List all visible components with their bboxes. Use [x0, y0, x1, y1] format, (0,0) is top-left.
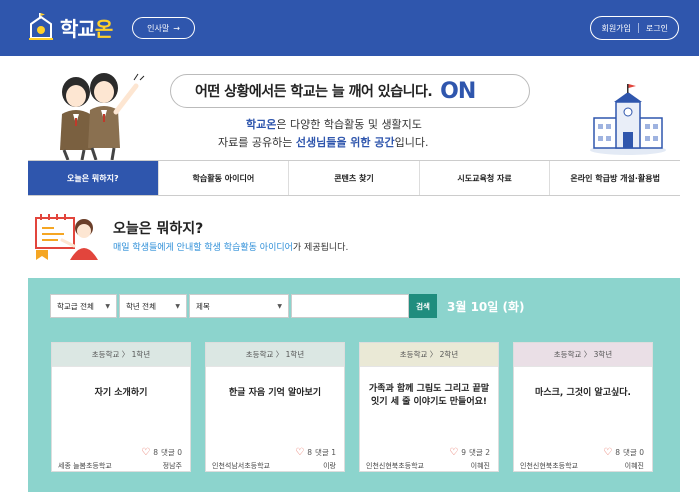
grade-value: 학년 전체 — [126, 301, 156, 311]
card-author: 이혜진 — [624, 462, 644, 470]
card-title: 마스크, 그것이 알고싶다. — [535, 388, 631, 398]
hero-banner: 어떤 상황에서든 학교는 늘 깨어 있습니다. ON 학교온은 다양한 학습활동… — [0, 56, 699, 160]
activity-card[interactable]: 초등학교 〉 1학년 자기 소개하기 ♡ 8 댓글 0 세종 늘봄초등학교 정남… — [51, 342, 191, 472]
tab-find-content[interactable]: 콘텐츠 찾기 — [289, 161, 420, 195]
students-illustration-icon — [60, 73, 145, 160]
site-logo[interactable]: 학교온 — [28, 12, 113, 42]
card-list: 초등학교 〉 1학년 자기 소개하기 ♡ 8 댓글 0 세종 늘봄초등학교 정남… — [51, 342, 653, 472]
comment-count: 댓글 0 — [623, 448, 644, 457]
field-value: 제목 — [196, 301, 210, 311]
divider — [637, 23, 639, 33]
headline-bubble: 어떤 상황에서든 학교는 늘 깨어 있습니다. ON — [170, 74, 530, 108]
card-school: 인천신현북초등학교 — [366, 462, 424, 470]
tab-activity-ideas[interactable]: 학습활동 아이디어 — [159, 161, 290, 195]
caret-down-icon: ▼ — [277, 302, 282, 310]
activity-card[interactable]: 초등학교 〉 2학년 가족과 함께 그림도 그리고 끝말잇기 세 줄 이야기도 … — [359, 342, 499, 472]
like-count: 9 — [461, 448, 467, 457]
today-panel: 학교급 전체 ▼ 학년 전체 ▼ 제목 ▼ 검색 3월 10일 (화) 초등학교… — [28, 278, 680, 492]
card-school: 인천석남서초등학교 — [212, 462, 270, 470]
headline-on: ON — [440, 78, 476, 104]
card-category: 초등학교 〉 3학년 — [514, 343, 652, 367]
like-count: 8 — [307, 448, 313, 457]
headline-text: 어떤 상황에서든 학교는 늘 깨어 있습니다. — [195, 84, 433, 100]
card-stats: ♡ 9 댓글 2 — [449, 447, 490, 458]
card-stats: ♡ 8 댓글 1 — [295, 447, 336, 458]
card-school: 인천신현북초등학교 — [520, 462, 578, 470]
card-category: 초등학교 〉 1학년 — [52, 343, 190, 367]
field-select[interactable]: 제목 ▼ — [189, 294, 289, 318]
hero-subtitle-2: 자료를 공유하는 선생님들을 위한 공간입니다. — [218, 136, 429, 149]
card-stats: ♡ 8 댓글 0 — [603, 447, 644, 458]
card-footer: 인천신현북초등학교 이혜진 — [366, 461, 490, 471]
greeting-label: 인사말 — [147, 23, 170, 33]
school-building-icon — [590, 84, 666, 155]
heart-icon[interactable]: ♡ — [603, 447, 612, 458]
top-header: 학교온 인사말 → 회원가입 로그인 — [0, 0, 699, 56]
logo-text: 학교온 — [60, 16, 113, 41]
card-category: 초등학교 〉 1학년 — [206, 343, 344, 367]
tab-education-office[interactable]: 시도교육청 자료 — [420, 161, 551, 195]
search-input[interactable] — [291, 294, 409, 318]
school-logo-icon — [28, 12, 54, 42]
card-footer: 세종 늘봄초등학교 정남주 — [58, 461, 182, 471]
teacher-board-icon — [35, 214, 98, 260]
card-footer: 인천신현북초등학교 이혜진 — [520, 461, 644, 471]
filter-bar: 학교급 전체 ▼ 학년 전체 ▼ 제목 ▼ 검색 3월 10일 (화) — [50, 294, 525, 318]
card-stats: ♡ 8 댓글 0 — [141, 447, 182, 458]
heart-icon[interactable]: ♡ — [295, 447, 304, 458]
activity-card[interactable]: 초등학교 〉 1학년 한글 자음 기억 알아보기 ♡ 8 댓글 1 인천석남서초… — [205, 342, 345, 472]
comment-count: 댓글 1 — [315, 448, 336, 457]
auth-links: 회원가입 로그인 — [590, 16, 679, 40]
login-link[interactable]: 로그인 — [646, 23, 668, 34]
arrow-right-icon: → — [173, 23, 180, 33]
caret-down-icon: ▼ — [175, 302, 180, 310]
search-button[interactable]: 검색 — [409, 294, 437, 318]
comment-count: 댓글 0 — [161, 448, 182, 457]
card-title: 자기 소개하기 — [94, 388, 148, 398]
activity-card[interactable]: 초등학교 〉 3학년 마스크, 그것이 알고싶다. ♡ 8 댓글 0 인천신현북… — [513, 342, 653, 472]
comment-count: 댓글 2 — [469, 448, 490, 457]
card-author: 이랑 — [323, 462, 336, 470]
hero-subtitle-1: 학교온은 다양한 학습활동 및 생활지도 — [246, 118, 422, 131]
like-count: 8 — [153, 448, 159, 457]
school-level-select[interactable]: 학교급 전체 ▼ — [50, 294, 117, 318]
card-title: 한글 자음 기억 알아보기 — [228, 388, 322, 398]
section-title: 오늘은 뭐하지? — [113, 221, 204, 237]
tab-online-class[interactable]: 온라인 학급방 개설·활용법 — [550, 161, 680, 195]
today-date: 3월 10일 (화) — [447, 299, 525, 314]
like-count: 8 — [615, 448, 621, 457]
card-title: 가족과 함께 그림도 그리고 끝말잇기 세 줄 이야기도 만들어요! — [368, 384, 490, 407]
card-author: 이혜진 — [470, 462, 490, 470]
grade-select[interactable]: 학년 전체 ▼ — [119, 294, 187, 318]
school-level-value: 학교급 전체 — [57, 301, 94, 311]
section-description: 매일 학생들에게 안내할 학생 학습활동 아이디어가 제공됩니다. — [113, 243, 349, 253]
heart-icon[interactable]: ♡ — [449, 447, 458, 458]
card-school: 세종 늘봄초등학교 — [58, 462, 112, 470]
card-footer: 인천석남서초등학교 이랑 — [212, 461, 336, 471]
greeting-button[interactable]: 인사말 → — [132, 17, 195, 39]
caret-down-icon: ▼ — [105, 302, 110, 310]
card-category: 초등학교 〉 2학년 — [360, 343, 498, 367]
signup-link[interactable]: 회원가입 — [601, 23, 630, 34]
card-author: 정남주 — [162, 462, 182, 470]
tab-today[interactable]: 오늘은 뭐하지? — [28, 161, 159, 195]
main-nav: 오늘은 뭐하지? 학습활동 아이디어 콘텐츠 찾기 시도교육청 자료 온라인 학… — [28, 160, 680, 196]
heart-icon[interactable]: ♡ — [141, 447, 150, 458]
